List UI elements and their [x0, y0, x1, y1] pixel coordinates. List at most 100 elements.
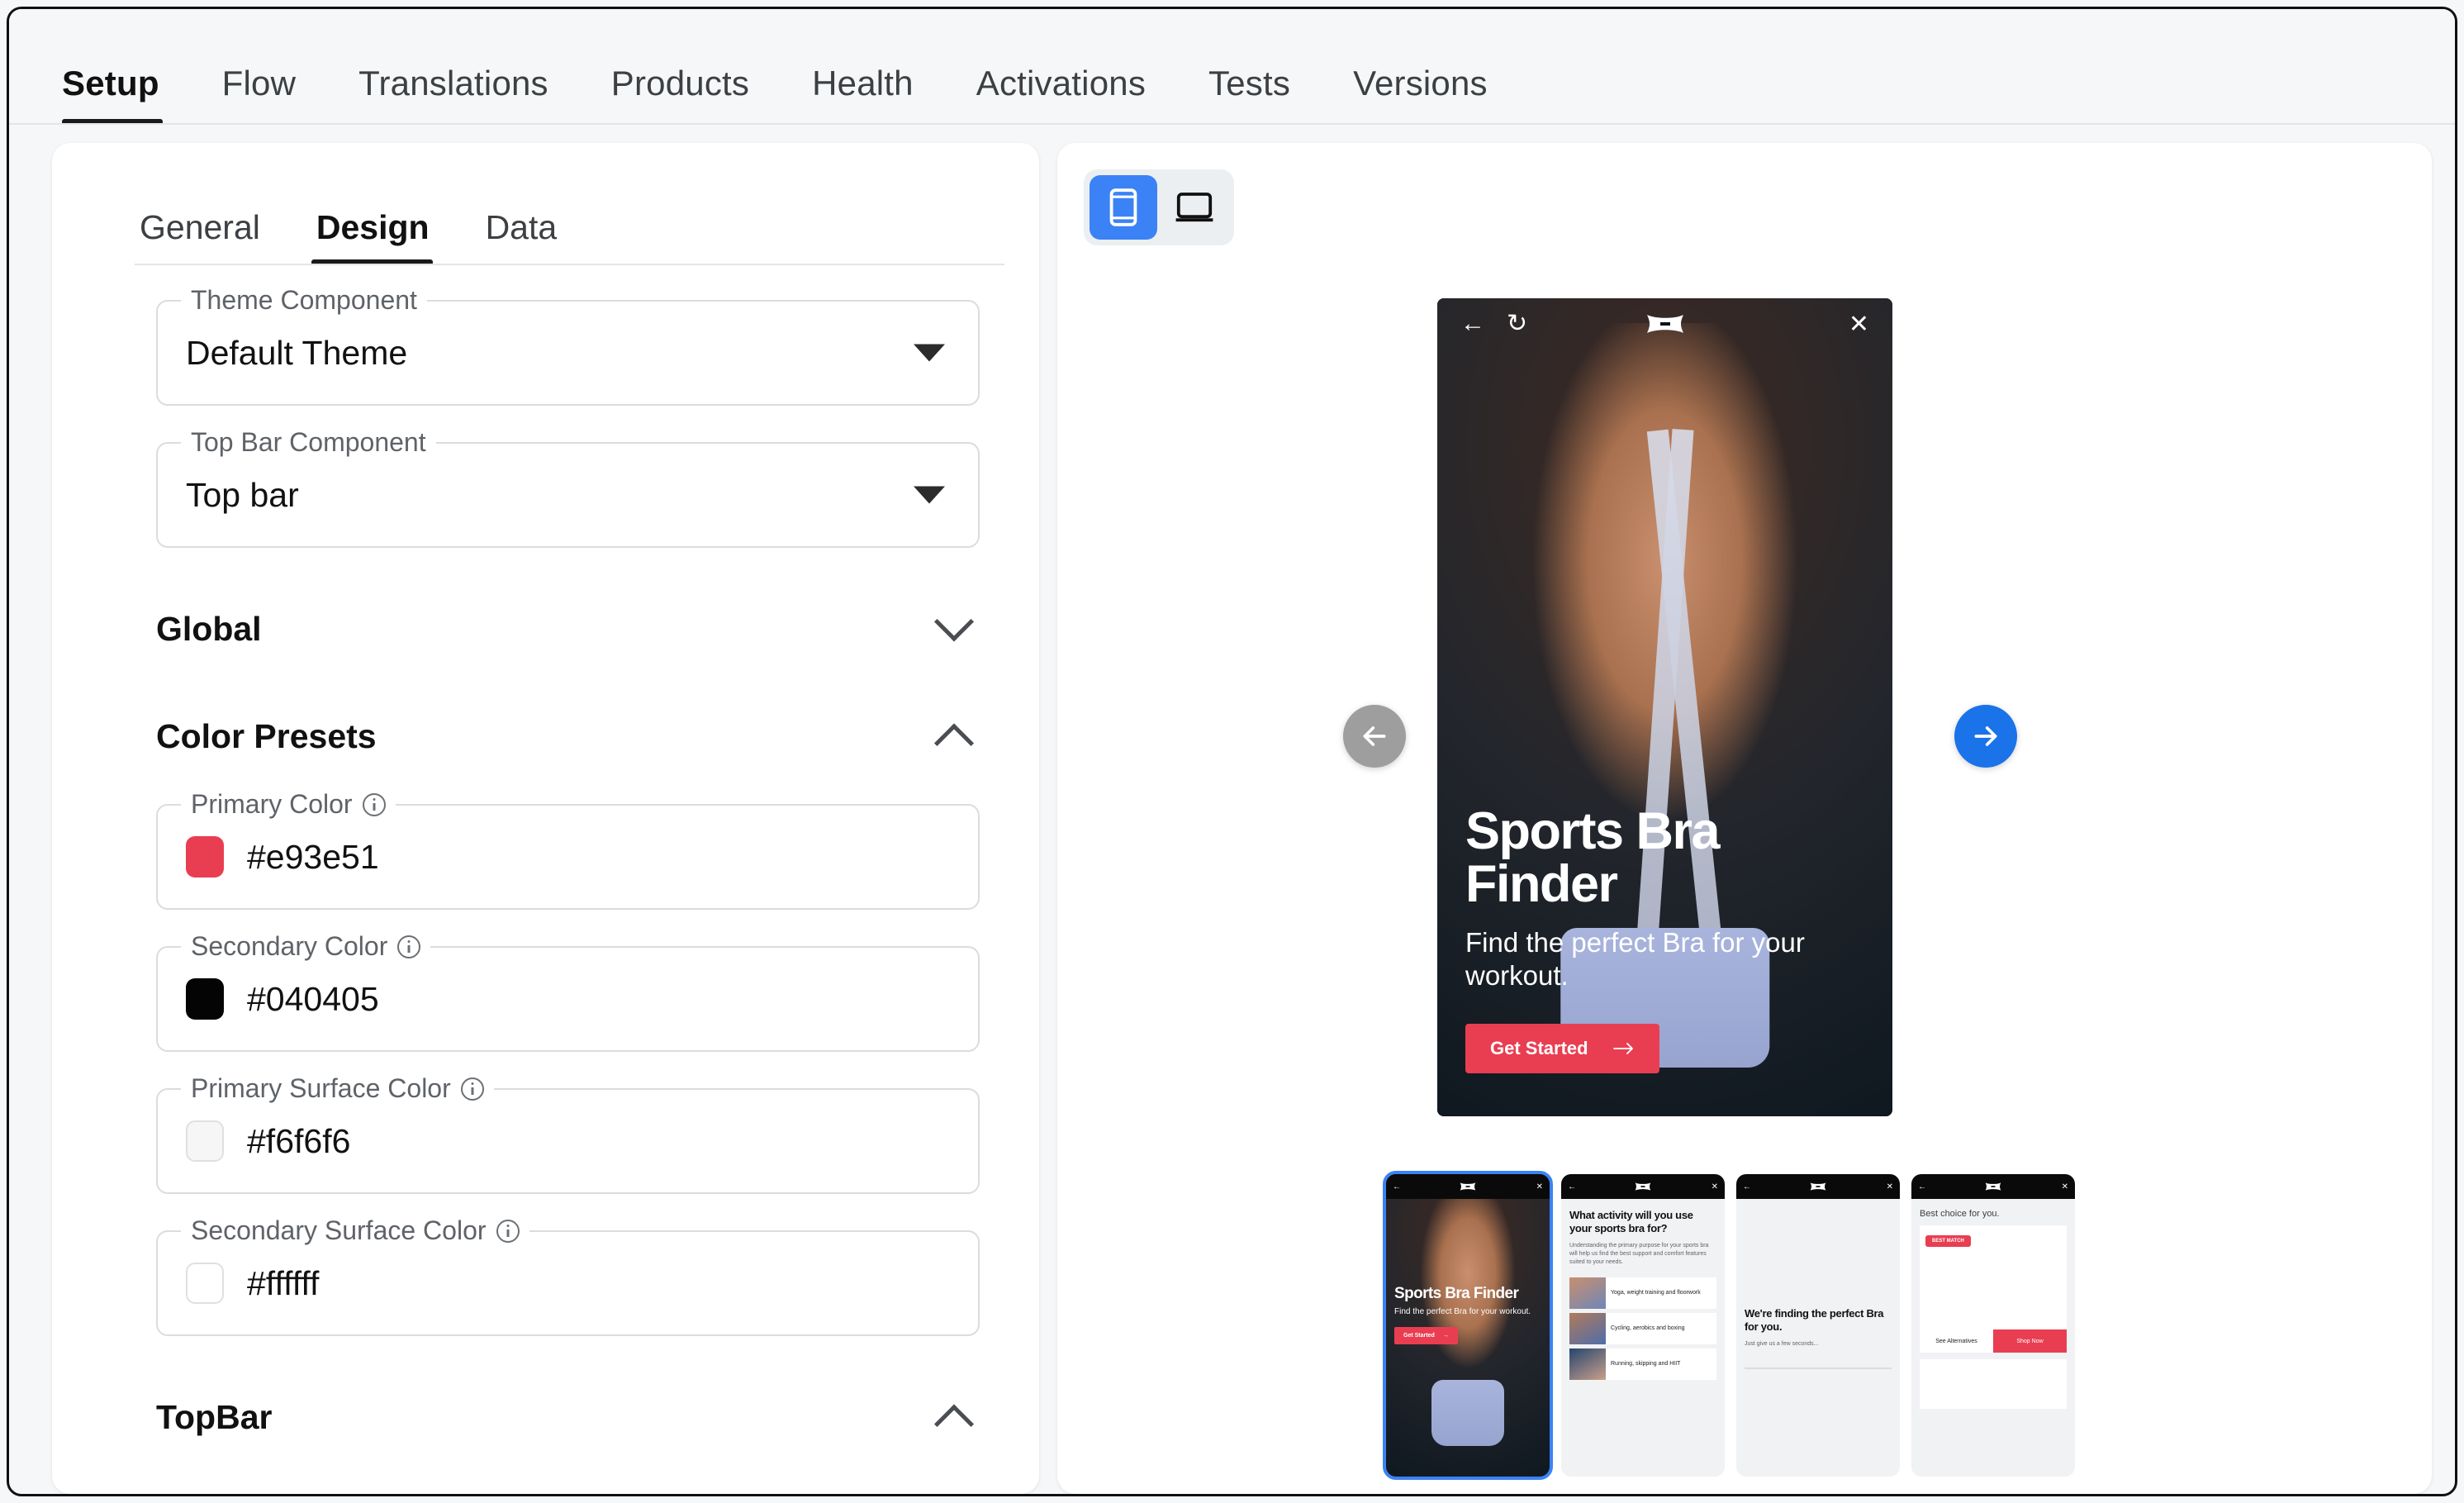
brand-logo-icon: [1984, 1182, 2002, 1192]
desktop-view-button[interactable]: [1161, 175, 1228, 240]
subtab-label: Data: [486, 208, 558, 246]
see-alternatives-button: See Alternatives: [1920, 1329, 1993, 1353]
hero-subtitle: Find the perfect Bra for your workout.: [1465, 926, 1864, 993]
arrow-right-icon: [1969, 720, 2002, 753]
thumbnail-4-actions: See Alternatives Shop Now: [1920, 1329, 2067, 1353]
arrow-right-icon: →: [1443, 1333, 1449, 1339]
secondary-color-field[interactable]: Secondary Color #040405: [156, 946, 980, 1052]
secondary-surface-color-field[interactable]: Secondary Surface Color #ffffff: [156, 1230, 980, 1336]
primary-surface-color-field[interactable]: Primary Surface Color #f6f6f6: [156, 1088, 980, 1194]
primary-color-field[interactable]: Primary Color #e93e51: [156, 804, 980, 910]
tab-health[interactable]: Health: [781, 64, 945, 125]
thumbnail-4-product-card: BEST MATCH: [1920, 1225, 2067, 1329]
thumbnail-1-cta: Get Started →: [1394, 1327, 1458, 1344]
subtab-general[interactable]: General: [133, 208, 288, 265]
subtab-data[interactable]: Data: [458, 208, 586, 265]
section-global[interactable]: Global: [156, 584, 980, 673]
thumbnail-3-topbar: ← ✕: [1736, 1174, 1900, 1199]
thumbnail-3-title: We're finding the perfect Bra for you.: [1745, 1307, 1892, 1334]
section-color-presets-title: Color Presets: [156, 717, 377, 756]
arrow-left-icon[interactable]: ←: [1460, 312, 1485, 336]
section-color-presets[interactable]: Color Presets: [156, 692, 980, 781]
thumbnail-2-option: Running, skipping and HIIT: [1569, 1348, 1716, 1380]
section-global-title: Global: [156, 610, 262, 649]
section-topbar[interactable]: TopBar: [156, 1372, 980, 1462]
arrow-left-icon: ←: [1568, 1182, 1576, 1191]
settings-form: Theme Component Default Theme Top Bar Co…: [52, 265, 1039, 1462]
theme-component-legend: Theme Component: [181, 285, 427, 316]
secondary-color-value: #040405: [247, 980, 379, 1019]
section-topbar-title: TopBar: [156, 1398, 272, 1437]
chevron-up-icon: [934, 723, 974, 763]
top-bar-component-label: Top Bar Component: [191, 427, 426, 458]
settings-sub-tabs: General Design Data: [52, 143, 1039, 265]
theme-component-label: Theme Component: [191, 285, 417, 316]
tab-label: Tests: [1208, 64, 1290, 102]
thumbnail-screen-3[interactable]: ← ✕ We're finding the perfect Bra for yo…: [1736, 1174, 1900, 1477]
arrow-left-icon: ←: [1393, 1182, 1401, 1191]
secondary-color-label: Secondary Color: [191, 931, 387, 962]
best-match-badge: BEST MATCH: [1925, 1235, 1971, 1247]
top-navigation: Setup Flow Translations Products Health …: [9, 9, 2455, 125]
option-label: Cycling, aerobics and boxing: [1606, 1325, 1690, 1332]
brand-logo-icon: [1809, 1182, 1827, 1192]
theme-component-value: Default Theme: [186, 334, 407, 373]
option-thumbnail-image: [1569, 1277, 1606, 1309]
next-screen-button[interactable]: [1954, 705, 2017, 768]
tab-flow[interactable]: Flow: [191, 64, 327, 125]
secondary-surface-color-swatch[interactable]: [186, 1263, 224, 1304]
primary-color-swatch[interactable]: [186, 836, 224, 878]
top-bar-component-value: Top bar: [186, 476, 299, 515]
thumbnail-screen-1[interactable]: ← ✕ Sports Bra Finder Find the perfect B…: [1386, 1174, 1550, 1477]
chevron-up-icon: [934, 1404, 974, 1444]
hero-content: Sports Bra Finder Find the perfect Bra f…: [1437, 805, 1892, 1116]
thumbnail-screen-4[interactable]: ← ✕ Best choice for you. BEST MATCH: [1911, 1174, 2075, 1477]
option-label: Running, skipping and HIIT: [1606, 1360, 1685, 1367]
top-navigation-divider: [9, 123, 2455, 125]
primary-surface-color-swatch[interactable]: [186, 1120, 224, 1162]
thumbnail-1-title: Sports Bra Finder: [1394, 1286, 1541, 1301]
tab-label: Translations: [358, 64, 548, 102]
tab-tests[interactable]: Tests: [1177, 64, 1322, 125]
refresh-icon[interactable]: ↻: [1507, 312, 1527, 336]
thumbnail-4-secondary-card: [1920, 1359, 2067, 1409]
info-icon[interactable]: [363, 793, 386, 816]
tab-label: Activations: [976, 64, 1146, 102]
settings-panel: General Design Data Theme Component Defa…: [52, 143, 1039, 1494]
subtab-label: Design: [316, 208, 430, 246]
thumbnail-screen-2[interactable]: ← ✕ What activity will you use your spor…: [1561, 1174, 1725, 1477]
sub-tabs-divider: [135, 264, 1004, 265]
primary-color-value: #e93e51: [247, 838, 379, 877]
info-icon[interactable]: [397, 935, 420, 958]
get-started-button[interactable]: Get Started: [1465, 1024, 1659, 1073]
top-bar-component-select[interactable]: Top Bar Component Top bar: [156, 442, 980, 548]
chevron-down-icon: [914, 345, 945, 362]
thumbnail-2-body: What activity will you use your sports b…: [1561, 1199, 1725, 1390]
tab-setup[interactable]: Setup: [57, 64, 191, 125]
content-area: General Design Data Theme Component Defa…: [9, 125, 2455, 1494]
tab-activations[interactable]: Activations: [945, 64, 1177, 125]
primary-surface-color-legend: Primary Surface Color: [181, 1073, 494, 1104]
close-icon[interactable]: ✕: [1849, 310, 1869, 339]
thumbnail-2-option: Cycling, aerobics and boxing: [1569, 1313, 1716, 1344]
thumbnail-2-title: What activity will you use your sports b…: [1569, 1209, 1716, 1236]
thumbnail-2-option: Yoga, weight training and floorwork: [1569, 1277, 1716, 1309]
top-tab-list: Setup Flow Translations Products Health …: [57, 64, 1519, 125]
option-thumbnail-image: [1569, 1348, 1606, 1380]
previous-screen-button[interactable]: [1343, 705, 1406, 768]
info-icon[interactable]: [461, 1077, 484, 1101]
brand-logo-icon: [1459, 1182, 1477, 1192]
theme-component-select[interactable]: Theme Component Default Theme: [156, 300, 980, 406]
mobile-view-button[interactable]: [1090, 175, 1157, 240]
thumbnail-1-bra: [1431, 1380, 1503, 1447]
thumbnail-4-title: Best choice for you.: [1920, 1209, 2067, 1219]
tab-products[interactable]: Products: [580, 64, 781, 125]
arrow-right-icon: [1613, 1042, 1635, 1055]
secondary-color-swatch[interactable]: [186, 978, 224, 1020]
close-icon: ✕: [1887, 1182, 1893, 1191]
info-icon[interactable]: [496, 1220, 520, 1243]
tab-versions[interactable]: Versions: [1322, 64, 1519, 125]
subtab-design[interactable]: Design: [288, 208, 458, 265]
tab-translations[interactable]: Translations: [327, 64, 580, 125]
top-bar-component-legend: Top Bar Component: [181, 427, 436, 458]
